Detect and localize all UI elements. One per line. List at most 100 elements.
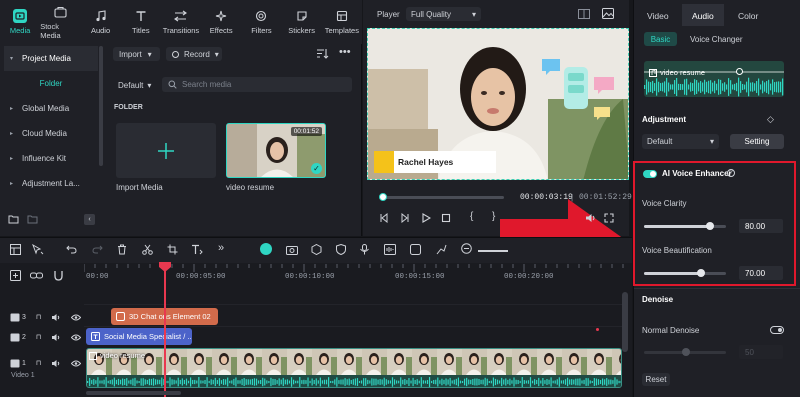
more-options-icon[interactable]: •••	[339, 46, 351, 58]
undo-icon[interactable]	[66, 244, 77, 254]
snapshot-icon[interactable]	[602, 8, 614, 19]
redo-icon[interactable]	[92, 244, 103, 254]
tab-templates[interactable]: Templates	[322, 0, 362, 44]
mark-out-icon[interactable]: }	[492, 211, 495, 222]
import-button[interactable]: Import ▾	[113, 47, 160, 61]
previous-frame-icon[interactable]	[379, 213, 389, 223]
voice-clarity-value[interactable]: 80.00	[739, 219, 783, 233]
step-back-icon[interactable]	[400, 213, 410, 223]
denoise-knob[interactable]	[682, 348, 690, 356]
sidebar-item-cloud-media[interactable]: ▸ Cloud Media	[4, 121, 98, 146]
lock-icon[interactable]: ⊓	[36, 313, 41, 321]
delete-icon[interactable]	[117, 244, 127, 255]
voice-clarity-knob[interactable]	[705, 222, 714, 230]
tab-audio[interactable]: Audio	[80, 0, 120, 44]
fullscreen-icon[interactable]	[604, 213, 614, 223]
tab-stock-media[interactable]: Stock Media	[40, 0, 80, 44]
eye-icon[interactable]	[71, 360, 82, 367]
subtab-voice-changer[interactable]: Voice Changer	[690, 35, 742, 44]
auto-highlight-icon[interactable]	[311, 244, 322, 255]
sidebar-item-project-media[interactable]: ▾ Project Media	[4, 46, 98, 71]
sidebar-item-influence-kit[interactable]: ▸ Influence Kit	[4, 146, 98, 171]
info-icon[interactable]: ?	[727, 169, 735, 177]
magnet-snap-icon[interactable]	[53, 270, 64, 281]
eye-icon[interactable]	[71, 334, 82, 341]
playhead[interactable]	[164, 264, 166, 397]
keyframe-diamond-icon[interactable]: ◇	[767, 114, 774, 125]
sidebar-scrollbar[interactable]	[99, 46, 103, 166]
volume-icon[interactable]	[585, 213, 597, 223]
volume-keyframe-handle[interactable]	[736, 68, 743, 75]
sidebar-item-adjustment-layer[interactable]: ▸ Adjustment La...	[4, 171, 98, 196]
playhead-handle[interactable]	[159, 262, 171, 272]
scissors-icon[interactable]	[142, 244, 153, 255]
voice-beautification-value[interactable]: 70.00	[739, 266, 783, 280]
split-view-icon[interactable]	[10, 244, 21, 255]
quality-dropdown[interactable]: Full Quality ▾	[406, 7, 481, 21]
playback-scrubber[interactable]	[378, 193, 387, 201]
folder-icon[interactable]	[27, 214, 38, 224]
record-button[interactable]: Record ▾	[166, 47, 222, 61]
timeline-horizontal-scrollbar[interactable]	[86, 391, 181, 395]
speaker-icon[interactable]	[51, 359, 61, 368]
filter-sort-icon[interactable]	[316, 48, 329, 59]
tab-color[interactable]: Color	[738, 11, 758, 21]
collapse-sidebar-button[interactable]: ‹	[84, 214, 95, 225]
tab-titles[interactable]: Titles	[121, 0, 161, 44]
video-clip[interactable]	[86, 348, 622, 388]
shield-icon[interactable]	[336, 244, 346, 255]
sidebar-item-global-media[interactable]: ▸ Global Media	[4, 96, 98, 121]
motion-track-icon[interactable]	[436, 244, 447, 255]
mark-in-icon[interactable]: {	[470, 211, 473, 222]
tab-video[interactable]: Video	[647, 11, 669, 21]
lower-third-title[interactable]: Rachel Hayes	[374, 151, 496, 173]
stop-icon[interactable]	[441, 213, 451, 223]
tab-stickers[interactable]: Stickers	[282, 0, 322, 44]
voice-clarity-slider[interactable]	[644, 222, 726, 230]
denoise-value[interactable]: 50	[739, 345, 783, 359]
video-thumbnail[interactable]: 00:01:52 ✓	[226, 123, 326, 178]
play-icon[interactable]	[421, 213, 431, 223]
tab-filters[interactable]: Filters	[241, 0, 281, 44]
ai-tools-icon[interactable]	[260, 243, 272, 255]
setting-button[interactable]: Setting	[730, 134, 784, 149]
new-folder-icon[interactable]	[8, 214, 19, 224]
subtab-basic[interactable]: Basic	[644, 32, 677, 46]
lock-icon[interactable]: ⊓	[36, 333, 41, 341]
add-track-icon[interactable]	[10, 270, 21, 281]
zoom-out-icon[interactable]	[461, 243, 472, 254]
voice-beautification-slider[interactable]	[644, 269, 726, 277]
speaker-icon[interactable]	[51, 313, 61, 322]
compare-view-icon[interactable]	[578, 9, 590, 19]
tab-effects[interactable]: Effects	[201, 0, 241, 44]
lock-icon[interactable]: ⊓	[36, 359, 41, 367]
crop-icon[interactable]	[167, 244, 178, 255]
sidebar-item-folder[interactable]: Folder	[4, 71, 98, 96]
tab-media[interactable]: Media	[0, 0, 40, 44]
timeline-vertical-scrollbar[interactable]	[622, 292, 628, 352]
more-tools-icon[interactable]: »	[218, 242, 224, 254]
link-icon[interactable]	[30, 270, 43, 281]
title-clip[interactable]: Social Media Specialist / ...	[86, 328, 192, 345]
tab-transitions[interactable]: Transitions	[161, 0, 201, 44]
text-tool-icon[interactable]	[191, 244, 203, 255]
microphone-icon[interactable]	[360, 244, 369, 255]
adjustment-preset-dropdown[interactable]: Default ▾	[642, 134, 719, 149]
speaker-icon[interactable]	[51, 333, 61, 342]
ai-voice-enhancer-toggle[interactable]	[643, 170, 657, 178]
denoise-slider[interactable]	[644, 348, 726, 356]
voiceover-icon[interactable]	[384, 244, 396, 255]
search-input[interactable]: Search media	[162, 77, 352, 92]
sort-dropdown[interactable]: Default ▾	[113, 78, 158, 92]
reset-button[interactable]: Reset	[642, 373, 670, 386]
select-tool-icon[interactable]	[32, 244, 44, 255]
import-media-tile[interactable]	[116, 123, 216, 178]
camera-icon[interactable]	[286, 244, 298, 255]
eye-icon[interactable]	[71, 314, 82, 321]
playback-progress[interactable]	[379, 196, 504, 199]
tab-audio[interactable]: Audio	[692, 11, 714, 21]
normal-denoise-toggle[interactable]	[770, 326, 784, 334]
stabilize-icon[interactable]	[410, 244, 421, 255]
zoom-slider[interactable]	[478, 250, 508, 252]
audio-waveform[interactable]	[644, 61, 784, 97]
